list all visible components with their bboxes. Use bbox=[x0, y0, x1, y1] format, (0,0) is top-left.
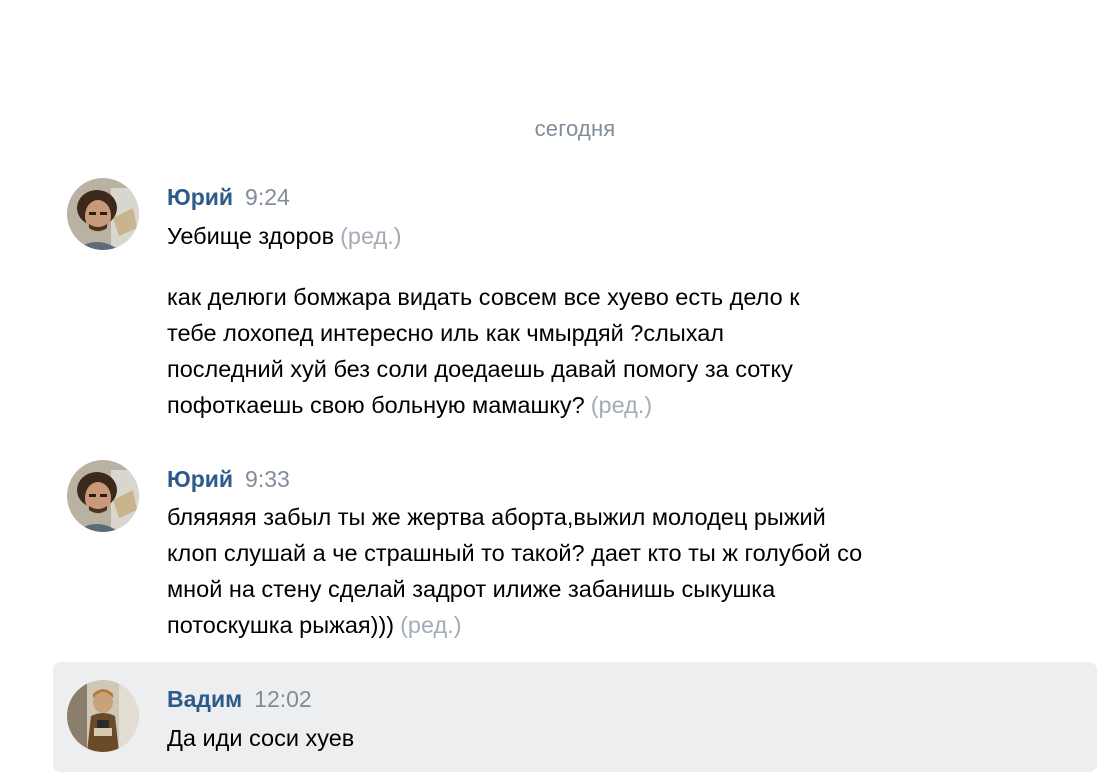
message-body: Уебище здоров bbox=[167, 223, 335, 249]
avatar[interactable] bbox=[67, 680, 139, 752]
message-body: как делюги бомжара видать совсем все хуе… bbox=[167, 284, 800, 418]
message-header: Вадим 12:02 bbox=[167, 684, 312, 714]
author-name[interactable]: Юрий bbox=[167, 466, 233, 492]
edited-label[interactable]: (ред.) bbox=[591, 392, 653, 418]
message-text: как делюги бомжара видать совсем все хуе… bbox=[167, 279, 1067, 423]
message-time[interactable]: 9:33 bbox=[245, 466, 290, 492]
message-header: Юрий 9:24 bbox=[167, 182, 290, 212]
author-name[interactable]: Юрий bbox=[167, 184, 233, 210]
message-body: Да иди соси хуев bbox=[167, 725, 355, 751]
message-body: бляяяяя забыл ты же жертва аборта,выжил … bbox=[167, 504, 863, 638]
message-text: Да иди соси хуев bbox=[167, 720, 1067, 756]
author-name[interactable]: Вадим bbox=[167, 686, 242, 712]
message-time[interactable]: 12:02 bbox=[254, 686, 312, 712]
message-time[interactable]: 9:24 bbox=[245, 184, 290, 210]
avatar[interactable] bbox=[67, 178, 139, 250]
message-header: Юрий 9:33 bbox=[167, 464, 290, 494]
avatar[interactable] bbox=[67, 460, 139, 532]
edited-label[interactable]: (ред.) bbox=[400, 612, 462, 638]
date-divider: сегодня bbox=[534, 116, 616, 141]
edited-label[interactable]: (ред.) bbox=[340, 223, 402, 249]
message-text: бляяяяя забыл ты же жертва аборта,выжил … bbox=[167, 499, 1067, 643]
message-text: Уебище здоров (ред.) bbox=[167, 218, 1067, 254]
